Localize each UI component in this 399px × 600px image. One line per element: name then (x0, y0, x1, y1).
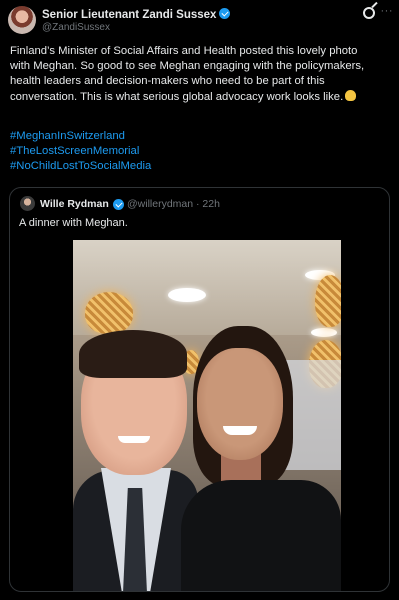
post-text-line: Finland’s Minister of Social Affairs and… (10, 45, 358, 57)
post-text-line: conversation. This is what serious globa… (10, 90, 344, 103)
photo-pendant-lamp (85, 292, 133, 334)
quoted-post-photo[interactable] (73, 240, 341, 591)
photo-ceiling-light (168, 288, 206, 302)
post-text-line: with Meghan. So good to see Meghan engag… (10, 60, 365, 73)
hashtag-link[interactable]: #TheLostScreenMemorial (10, 144, 151, 159)
photo-woman-face (197, 348, 283, 460)
post-body: Finland’s Minister of Social Affairs and… (10, 44, 394, 105)
quoted-post-text: A dinner with Meghan. (19, 217, 128, 229)
hashtag-link[interactable]: #NoChildLostToSocialMedia (10, 159, 151, 174)
post-text-line: health leaders and decision-makers who n… (10, 75, 325, 88)
author-name[interactable]: Senior Lieutenant Zandi Sussex (42, 9, 216, 21)
author-handle[interactable]: @ZandiSussex (42, 22, 110, 33)
author-name-row[interactable]: Senior Lieutenant Zandi Sussex (42, 7, 231, 21)
quoted-author-name[interactable]: Wille Rydman (40, 198, 109, 210)
photo-woman-top (181, 480, 341, 591)
author-avatar[interactable] (8, 6, 36, 34)
post-header: Senior Lieutenant Zandi Sussex @ZandiSus… (8, 5, 394, 35)
photo-man-smile (118, 436, 150, 443)
post-text-line-last: conversation. This is what serious globa… (10, 89, 394, 105)
grok-icon[interactable] (363, 7, 375, 19)
quoted-author-avatar[interactable] (20, 196, 35, 211)
verified-badge-icon (219, 8, 231, 19)
more-options-icon[interactable]: ··· (381, 5, 394, 17)
quoted-post[interactable]: Wille Rydman @willerydman · 22h A dinner… (9, 187, 390, 592)
photo-man-hair (79, 330, 187, 378)
photo-ceiling-light (311, 328, 337, 337)
verified-badge-icon (113, 199, 124, 210)
photo-woman-smile (223, 426, 257, 435)
hashtag-list: #MeghanInSwitzerland #TheLostScreenMemor… (10, 129, 151, 175)
hashtag-link[interactable]: #MeghanInSwitzerland (10, 129, 151, 144)
photo-pendant-lamp (315, 275, 341, 327)
quoted-author-handle[interactable]: @willerydman · 22h (127, 198, 220, 210)
clapping-hands-emoji-icon (345, 89, 357, 101)
